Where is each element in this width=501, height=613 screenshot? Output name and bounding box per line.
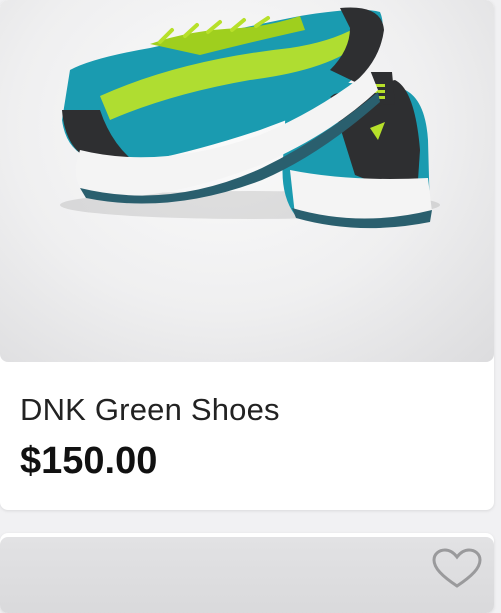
shoe-image [60,7,440,229]
product-image[interactable] [0,0,494,362]
next-product-card[interactable] [0,533,494,613]
heart-outline-icon[interactable] [430,548,484,588]
next-product-image[interactable] [0,537,494,613]
product-price: $150.00 [20,440,158,482]
product-name[interactable]: DNK Green Shoes [20,392,280,428]
product-card[interactable]: DNK Green Shoes $150.00 [0,0,494,510]
